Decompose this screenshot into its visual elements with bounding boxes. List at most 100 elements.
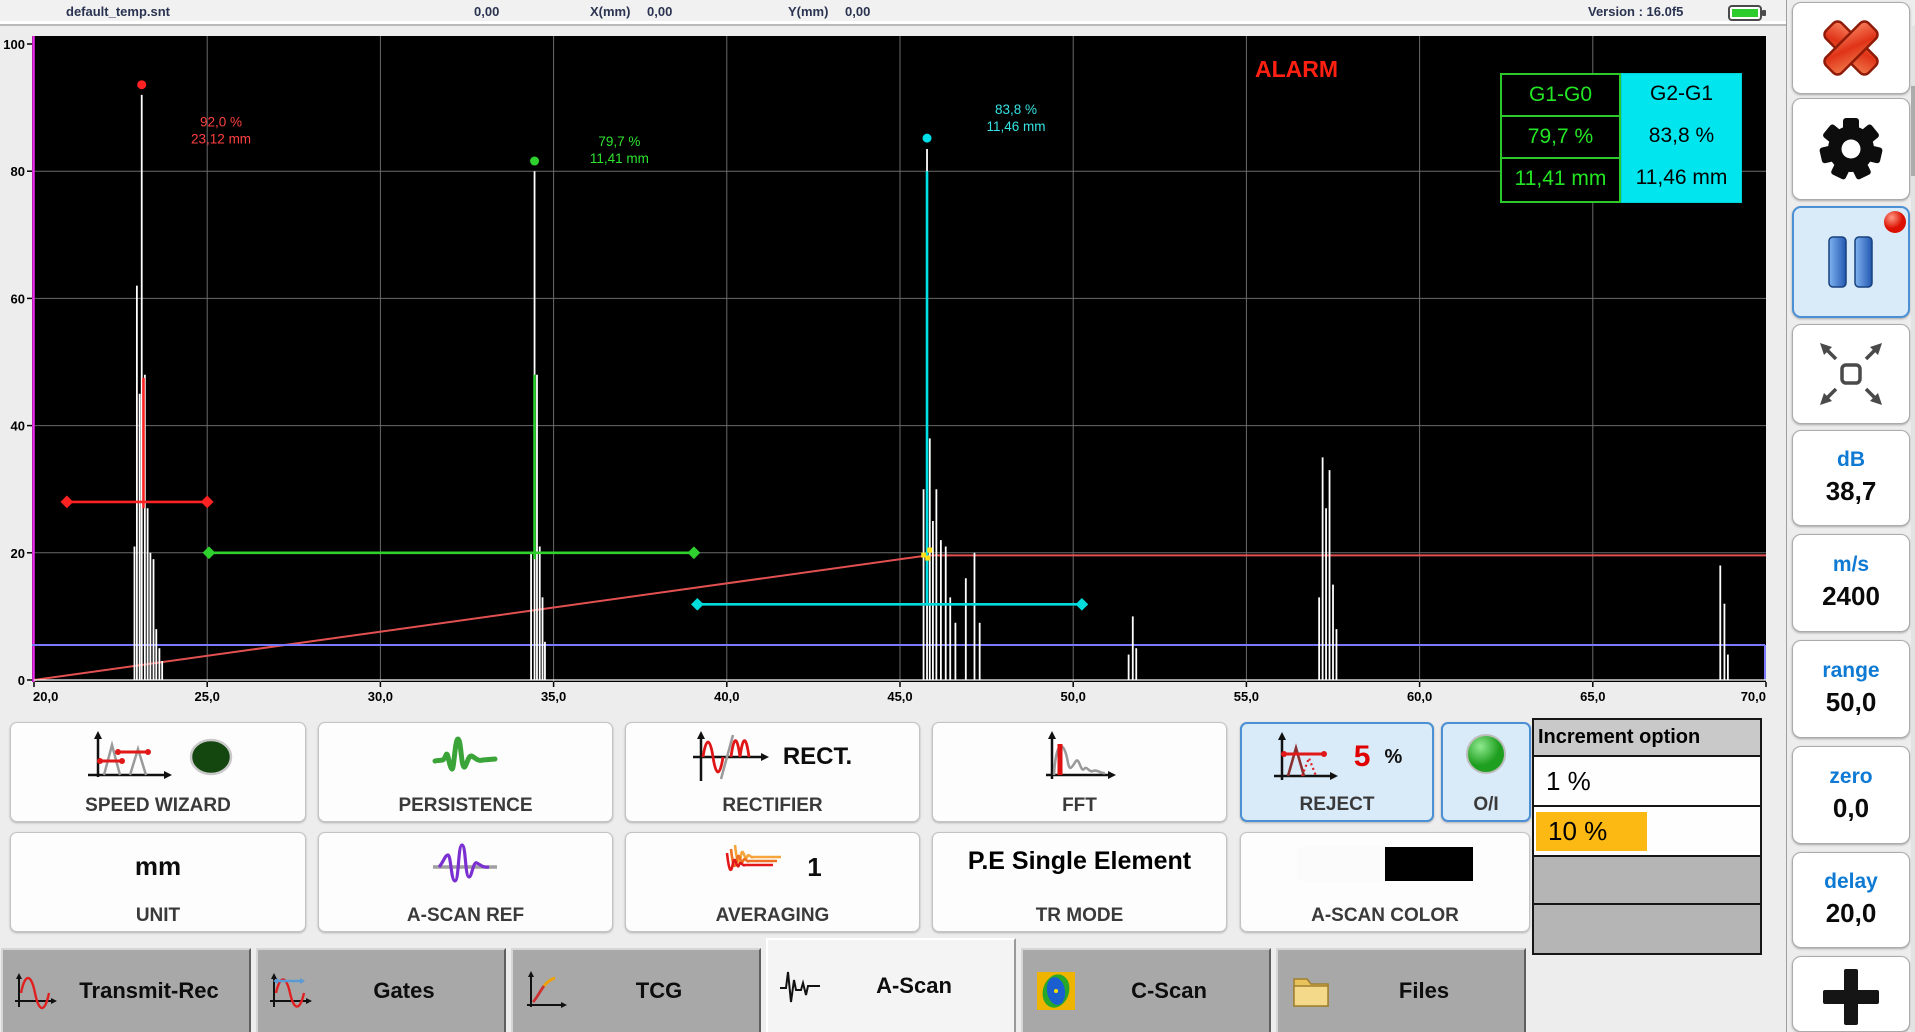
rectifier-icon <box>693 731 769 783</box>
file-name: default_temp.snt <box>66 4 170 19</box>
unit-button[interactable]: mm UNIT <box>10 832 306 932</box>
speed-wizard-label: SPEED WIZARD <box>85 796 231 815</box>
increment-option-10pct[interactable]: 10 % <box>1534 807 1760 857</box>
delay-label: delay <box>1824 868 1878 895</box>
ascan-color-swatch-trace <box>1385 847 1473 881</box>
svg-text:20: 20 <box>11 546 25 561</box>
persistence-button[interactable]: PERSISTENCE <box>318 722 613 822</box>
svg-text:35,0: 35,0 <box>541 689 566 704</box>
gear-icon <box>1792 100 1910 198</box>
range-label: range <box>1822 657 1879 684</box>
increment-option-empty[interactable] <box>1534 857 1760 905</box>
svg-text:65,0: 65,0 <box>1580 689 1605 704</box>
top-status-bar: default_temp.snt 0,00 X(mm) 0,00 Y(mm) 0… <box>0 0 1786 26</box>
svg-text:60,0: 60,0 <box>1407 689 1432 704</box>
fft-icon <box>1042 731 1118 783</box>
ascan-color-swatch-background <box>1297 847 1385 881</box>
averaging-icon <box>723 841 793 893</box>
gate2-header: G2-G1 <box>1622 74 1741 116</box>
fft-label: FFT <box>1062 796 1097 815</box>
range-button[interactable]: range 50,0 <box>1792 640 1910 738</box>
svg-text:55,0: 55,0 <box>1234 689 1259 704</box>
files-icon <box>1288 969 1334 1013</box>
sidebar-scrollbar[interactable] <box>1911 26 1915 1032</box>
reject-value: 5 <box>1354 740 1371 774</box>
gate1-amplitude: 79,7 % <box>1502 117 1619 159</box>
gate-measurement-table: G1-G0 79,7 % 11,41 mm G2-G1 83,8 % 11,46… <box>1500 73 1742 203</box>
averaging-label: AVERAGING <box>716 906 830 925</box>
output-toggle-label: O/I <box>1473 795 1498 814</box>
ascan-color-button[interactable]: A-SCAN COLOR <box>1240 832 1530 932</box>
ascan-plot-area[interactable]: 92,0 %23,12 mm79,7 %11,41 mm83,8 %11,46 … <box>0 26 1786 712</box>
svg-text:40,0: 40,0 <box>714 689 739 704</box>
increment-option-1pct[interactable]: 1 % <box>1534 757 1760 807</box>
gate2-amplitude: 83,8 % <box>1622 116 1741 158</box>
tab-files[interactable]: Files <box>1276 948 1526 1032</box>
tab-transmit-rec[interactable]: Transmit-Rec <box>1 948 251 1032</box>
tab-c-scan[interactable]: C-Scan <box>1021 948 1271 1032</box>
gate2-measurement-column: G2-G1 83,8 % 11,46 mm <box>1621 73 1742 203</box>
y-coordinate-label: Y(mm) <box>788 4 828 19</box>
averaging-value: 1 <box>807 852 821 883</box>
velocity-button[interactable]: m/s 2400 <box>1792 534 1910 632</box>
gate1-header: G1-G0 <box>1502 75 1619 117</box>
pause-icon <box>1792 209 1910 315</box>
app-window: default_temp.snt 0,00 X(mm) 0,00 Y(mm) 0… <box>0 0 1915 1032</box>
zero-button[interactable]: zero 0,0 <box>1792 746 1910 844</box>
svg-text:0: 0 <box>18 673 25 688</box>
output-toggle-button[interactable]: O/I <box>1441 722 1531 822</box>
control-button-grid: SPEED WIZARD PERSISTENCE RECT. <box>0 712 1786 942</box>
x-coordinate-value: 0,00 <box>647 4 672 19</box>
alarm-indicator: ALARM <box>1255 56 1338 82</box>
expand-icon <box>1792 326 1910 422</box>
power-indicator-icon <box>1464 732 1508 776</box>
y-axis-labels: 100806040200 <box>3 37 32 688</box>
sidebar: dB 38,7 m/s 2400 range 50,0 zero 0,0 del… <box>1786 0 1915 1032</box>
tr-mode-label: TR MODE <box>1036 906 1124 925</box>
close-button[interactable] <box>1792 2 1910 94</box>
svg-text:30,0: 30,0 <box>368 689 393 704</box>
delay-button[interactable]: delay 20,0 <box>1792 852 1910 948</box>
tab-gates[interactable]: Gates <box>256 948 506 1032</box>
delay-value: 20,0 <box>1826 895 1877 931</box>
crossing-marker <box>925 556 930 561</box>
svg-text:20,0: 20,0 <box>33 689 58 704</box>
increment-option-empty[interactable] <box>1534 905 1760 953</box>
velocity-value: 2400 <box>1822 578 1880 614</box>
peak-marker <box>137 80 146 89</box>
gain-button[interactable]: dB 38,7 <box>1792 430 1910 526</box>
speed-wizard-button[interactable]: SPEED WIZARD <box>10 722 306 822</box>
fft-button[interactable]: FFT <box>932 722 1227 822</box>
tab-a-scan[interactable]: A-Scan <box>766 938 1016 1032</box>
peak-marker <box>923 134 932 143</box>
persistence-icon <box>431 731 501 781</box>
svg-text:80: 80 <box>11 164 25 179</box>
tab-tcg[interactable]: TCG <box>511 948 761 1032</box>
svg-text:45,0: 45,0 <box>887 689 912 704</box>
reject-unit: % <box>1384 746 1402 769</box>
ascan-color-label: A-SCAN COLOR <box>1311 906 1459 925</box>
c-scan-icon <box>1033 969 1079 1013</box>
tr-mode-button[interactable]: P.E Single Element TR MODE <box>932 832 1227 932</box>
transmit-rec-icon <box>13 969 59 1013</box>
zero-value: 0,0 <box>1833 790 1869 826</box>
peak-marker <box>530 157 539 166</box>
reject-icon <box>1272 732 1340 782</box>
reject-label: REJECT <box>1300 795 1375 814</box>
rectifier-button[interactable]: RECT. RECTIFIER <box>625 722 920 822</box>
svg-text:50,0: 50,0 <box>1061 689 1086 704</box>
reject-button[interactable]: 5 % REJECT <box>1240 722 1434 822</box>
ascan-ref-button[interactable]: A-SCAN REF <box>318 832 613 932</box>
svg-text:25,0: 25,0 <box>195 689 220 704</box>
version-label: Version : 16.0f5 <box>1588 4 1683 19</box>
pause-acquisition-button[interactable] <box>1792 206 1910 318</box>
settings-button[interactable] <box>1792 98 1910 200</box>
record-indicator-icon <box>1884 211 1906 233</box>
fullscreen-button[interactable] <box>1792 324 1910 424</box>
increment-option-title: Increment option <box>1534 720 1760 757</box>
scrollbar-thumb[interactable] <box>1911 86 1915 176</box>
add-parameter-button[interactable] <box>1792 956 1910 1032</box>
speed-wizard-indicator <box>188 737 234 777</box>
tcg-icon <box>523 969 569 1013</box>
averaging-button[interactable]: 1 AVERAGING <box>625 832 920 932</box>
